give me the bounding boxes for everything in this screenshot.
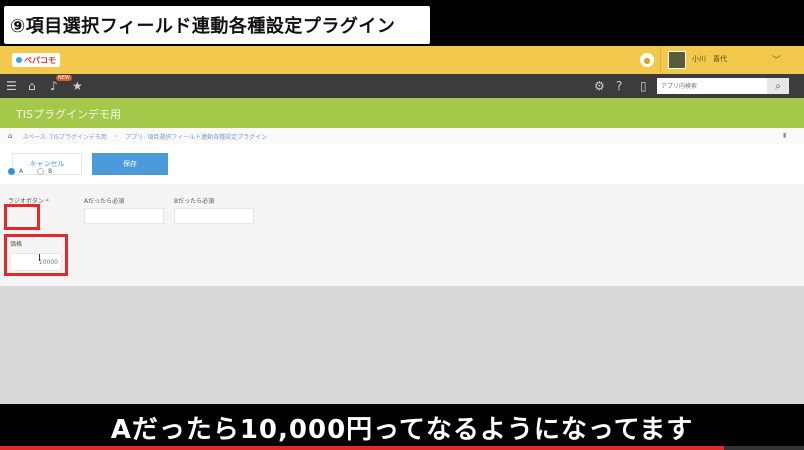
header-bar: ペパコモ ● 小川 喜代 ﹀ [0, 46, 804, 74]
radio-group: A B [8, 162, 70, 180]
field-a-label: Aだったら必須 [84, 198, 125, 205]
radio-option-a-label: A [19, 167, 24, 175]
field-a-input[interactable] [84, 208, 164, 224]
radio-option-b-label: B [48, 167, 53, 175]
subtitle-banner: Aだったら10,000円ってなるようになってます [0, 404, 804, 450]
kintone-app: ペパコモ ● 小川 喜代 ﹀ ☰ ⌂ ♪ NEW ★ ⚙ ? ▯ ⌕ TISプラ… [0, 46, 804, 404]
notification-icon[interactable]: ● [640, 53, 654, 67]
field-b-input[interactable] [174, 208, 254, 224]
radio-selected-icon[interactable] [8, 167, 15, 175]
new-badge: NEW [56, 75, 72, 81]
username[interactable]: 小川 喜代 [692, 54, 727, 64]
header-divider [660, 46, 661, 74]
pin-icon[interactable]: ▮ [783, 132, 786, 139]
radio-option-a[interactable]: A [8, 167, 24, 175]
video-progress-track[interactable] [0, 446, 804, 450]
logo-text: ペパコモ [24, 55, 56, 65]
video-title: ⑨項目選択フィールド連動各種設定プラグイン [10, 16, 396, 37]
subtitle: Aだったら10,000円ってなるようになってます [110, 414, 694, 445]
highlight-price [4, 234, 68, 276]
breadcrumb-app[interactable]: アプリ: 項目選択フィールド連動各種設定プラグイン [125, 132, 267, 141]
logo[interactable]: ペパコモ [12, 53, 60, 67]
radio-unselected-icon[interactable] [37, 167, 45, 175]
logo-mark-icon [16, 57, 22, 63]
video-progress-fill [0, 446, 724, 450]
field-b-label: Bだったら必須 [174, 198, 215, 205]
radio-option-b[interactable]: B [37, 167, 53, 175]
mobile-icon[interactable]: ▯ [640, 78, 647, 94]
search-input[interactable] [657, 78, 767, 94]
chevron-down-icon[interactable]: ﹀ [772, 53, 781, 66]
breadcrumb-space[interactable]: スペース: TISプラグインデモ用 [22, 132, 106, 141]
menu-icon[interactable]: ☰ [6, 78, 17, 94]
space-header: TISプラグインデモ用 [0, 98, 804, 128]
nav-bar: ☰ ⌂ ♪ NEW ★ ⚙ ? ▯ ⌕ [0, 74, 804, 98]
star-icon[interactable]: ★ [72, 78, 83, 94]
required-mark: * [45, 198, 49, 205]
video-frame: ⑨項目選択フィールド連動各種設定プラグイン ペパコモ ● 小川 喜代 ﹀ ☰ ⌂… [0, 0, 804, 450]
gear-icon[interactable]: ⚙ [594, 78, 605, 94]
breadcrumb: ⌂ スペース: TISプラグインデモ用 › アプリ: 項目選択フィールド連動各種… [0, 128, 804, 144]
home-icon[interactable]: ⌂ [28, 78, 36, 94]
video-title-banner: ⑨項目選択フィールド連動各種設定プラグイン [0, 0, 804, 46]
video-title-box: ⑨項目選択フィールド連動各種設定プラグイン [4, 6, 430, 44]
form-toolbar: キャンセル 保存 [0, 144, 804, 184]
highlight-radio-a [4, 204, 40, 230]
help-icon[interactable]: ? [616, 78, 622, 94]
avatar[interactable] [668, 51, 686, 69]
search-icon[interactable]: ⌕ [767, 78, 789, 94]
save-button[interactable]: 保存 [92, 153, 168, 175]
breadcrumb-home-icon[interactable]: ⌂ [8, 132, 12, 140]
breadcrumb-separator: › [114, 132, 118, 140]
space-title: TISプラグインデモ用 [16, 108, 121, 121]
